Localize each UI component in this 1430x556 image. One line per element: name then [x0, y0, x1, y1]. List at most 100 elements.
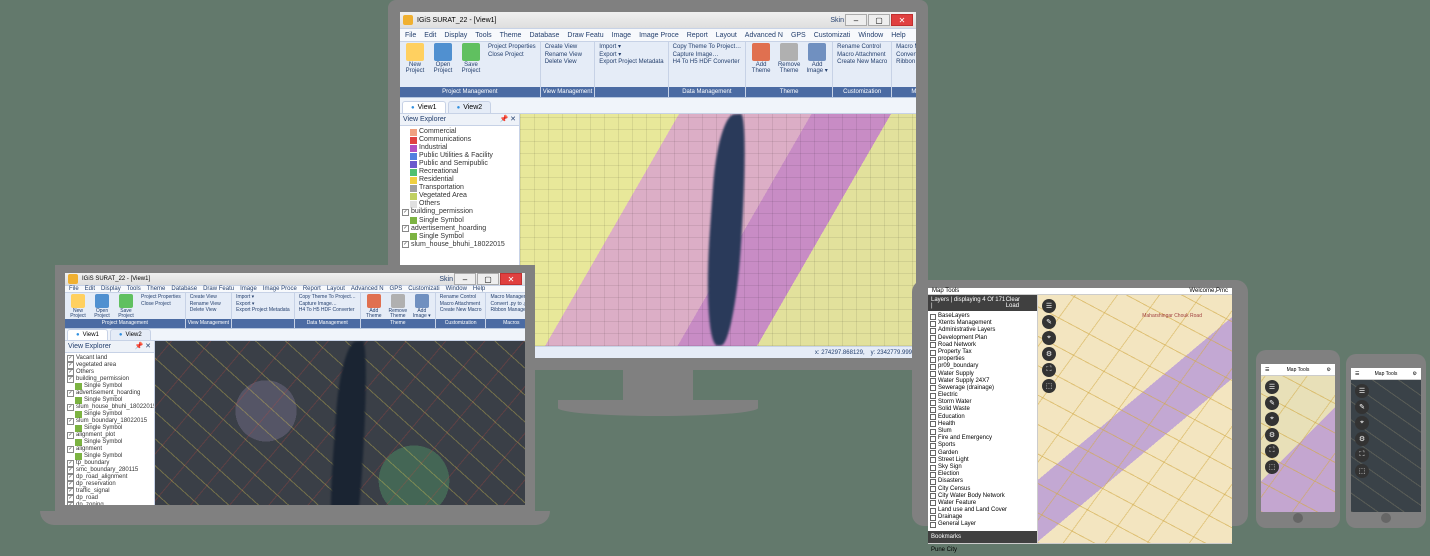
menu-adv[interactable]: Advanced N [742, 32, 786, 39]
checkbox-icon[interactable] [930, 493, 936, 499]
checkbox-icon[interactable]: ✓ [67, 369, 74, 376]
web-layer-item[interactable]: Water Supply 24X7 [930, 378, 1035, 385]
minimize-button[interactable]: – [454, 273, 476, 285]
map-tool-button[interactable]: ⬚ [1355, 464, 1369, 478]
menu-display[interactable]: Display [99, 286, 123, 292]
checkbox-icon[interactable] [930, 314, 936, 320]
menu-theme[interactable]: Theme [145, 286, 168, 292]
menu-help[interactable]: Help [888, 32, 908, 39]
load-button[interactable]: Load [1006, 303, 1019, 309]
ribbon-small-button[interactable]: Export Project Metadata [599, 59, 663, 66]
ribbon-small-button[interactable]: Create View [190, 295, 221, 301]
checkbox-icon[interactable] [930, 500, 936, 506]
ribbon-small-button[interactable]: Convert .py to .pyc [896, 52, 916, 59]
ribbon-small-button[interactable]: Export Project Metadata [236, 308, 290, 314]
checkbox-icon[interactable]: ✓ [402, 209, 409, 216]
ribbon-small-button[interactable]: Rename Control [837, 44, 887, 51]
map-tool-button[interactable]: ⚙ [1355, 432, 1369, 446]
menu-layout[interactable]: Layout [713, 32, 740, 39]
ribbon-small-button[interactable]: Create New Macro [837, 59, 887, 66]
web-layer-item[interactable]: Sewerage (drainage) [930, 385, 1035, 392]
web-layer-item[interactable]: Storm Water [930, 399, 1035, 406]
layer-item[interactable]: Single Symbol [67, 425, 152, 432]
checkbox-icon[interactable] [930, 443, 936, 449]
layer-item[interactable]: Single Symbol [67, 453, 152, 460]
layer-item[interactable]: Single Symbol [67, 411, 152, 418]
menu-report[interactable]: Report [301, 286, 323, 292]
web-layer-item[interactable]: Property Tax [930, 349, 1035, 356]
layer-item[interactable]: ✓dp_road_alignment [67, 474, 152, 481]
legend-item[interactable]: Commercial [402, 128, 517, 136]
ribbon-small-button[interactable]: Copy Theme To Project… [299, 295, 356, 301]
checkbox-icon[interactable] [930, 328, 936, 334]
checkbox-icon[interactable] [930, 457, 936, 463]
web-layer-item[interactable]: Election [930, 471, 1035, 478]
legend-item[interactable]: Recreational [402, 168, 517, 176]
ribbon-button[interactable]: NewProject [67, 294, 89, 319]
map-tool-button[interactable]: ✎ [1042, 315, 1056, 329]
checkbox-icon[interactable]: ✓ [67, 355, 74, 362]
ribbon-small-button[interactable]: Import ▾ [236, 295, 290, 301]
ribbon-small-button[interactable]: H4 To H5 HDF Converter [673, 59, 741, 66]
layer-item[interactable]: Single Symbol [67, 439, 152, 446]
menu-help[interactable]: Help [471, 286, 487, 292]
layer-item[interactable]: ✓tp_boundary [67, 460, 152, 467]
ribbon-small-button[interactable]: Create View [545, 44, 582, 51]
menu-database[interactable]: Database [169, 286, 199, 292]
ribbon-small-button[interactable]: Rename Control [440, 295, 482, 301]
map-tool-button[interactable]: ⛶ [1042, 363, 1056, 377]
layer-item[interactable]: ✓smc_boundary_280115 [67, 467, 152, 474]
tab-view1[interactable]: View1 [402, 101, 446, 113]
checkbox-icon[interactable]: ✓ [67, 474, 74, 481]
web-map-canvas[interactable]: ☰✎⌖⚙⛶⬚ Maharshingar Chouk Road [1038, 295, 1232, 543]
minimize-button[interactable]: – [845, 14, 867, 26]
ribbon-button[interactable]: OpenProject [91, 294, 113, 319]
web-layer-item[interactable]: Education [930, 414, 1035, 421]
layer-item[interactable]: ✓advertisement_hoarding [67, 390, 152, 397]
layer-item[interactable]: Single Symbol [67, 383, 152, 390]
checkbox-icon[interactable]: ✓ [402, 225, 409, 232]
ribbon-button[interactable]: RemoveTheme [776, 43, 802, 87]
checkbox-icon[interactable]: ✓ [67, 495, 74, 502]
map-tool-button[interactable]: ☰ [1042, 299, 1056, 313]
skin-selector[interactable]: Skin [439, 276, 453, 283]
menu-custom[interactable]: Customizati [406, 286, 441, 292]
web-layer-item[interactable]: Disasters [930, 478, 1035, 485]
checkbox-icon[interactable] [930, 400, 936, 406]
ribbon-small-button[interactable]: Capture Image… [673, 52, 741, 59]
menu-database[interactable]: Database [526, 32, 562, 39]
checkbox-icon[interactable]: ✓ [67, 488, 74, 495]
checkbox-icon[interactable]: ✓ [67, 390, 74, 397]
checkbox-icon[interactable]: ✓ [67, 467, 74, 474]
close-button[interactable]: ✕ [500, 273, 522, 285]
checkbox-icon[interactable] [930, 393, 936, 399]
map-tool-button[interactable]: ⚙ [1042, 347, 1056, 361]
checkbox-icon[interactable] [930, 357, 936, 363]
web-layer-item[interactable]: Electric [930, 392, 1035, 399]
checkbox-icon[interactable] [930, 450, 936, 456]
layers-list[interactable]: BaseLayersXtents ManagementAdministrativ… [928, 311, 1037, 531]
checkbox-icon[interactable] [930, 407, 936, 413]
menu-image[interactable]: Image [609, 32, 634, 39]
checkbox-icon[interactable]: ✓ [67, 460, 74, 467]
gear-icon[interactable]: ⚙ [1413, 371, 1417, 377]
checkbox-icon[interactable] [930, 522, 936, 528]
menu-adv[interactable]: Advanced N [349, 286, 386, 292]
explorer-pin-icon[interactable]: 📌 ✕ [134, 341, 151, 352]
ribbon-button[interactable]: AddImage ▾ [804, 43, 830, 87]
menu-theme[interactable]: Theme [497, 32, 525, 39]
web-layer-item[interactable]: Sports [930, 442, 1035, 449]
close-button[interactable]: ✕ [891, 14, 913, 26]
map-canvas[interactable]: ☰✎⌖⚙⛶⬚ [1261, 376, 1335, 512]
web-layer-item[interactable]: Water Supply [930, 371, 1035, 378]
maximize-button[interactable]: ▢ [868, 14, 890, 26]
checkbox-icon[interactable] [930, 515, 936, 521]
ribbon-button[interactable]: AddImage ▾ [411, 294, 433, 319]
checkbox-icon[interactable]: ✓ [67, 404, 74, 411]
checkbox-icon[interactable]: ✓ [67, 446, 74, 453]
menu-imageproc[interactable]: Image Proce [636, 32, 682, 39]
map-tool-button[interactable]: ⌖ [1265, 412, 1279, 426]
layer-item[interactable]: ✓slum_house_bhuhi_18022015 [67, 404, 152, 411]
layer-item[interactable]: ✓advertisement_hoarding [402, 225, 517, 233]
checkbox-icon[interactable] [930, 414, 936, 420]
